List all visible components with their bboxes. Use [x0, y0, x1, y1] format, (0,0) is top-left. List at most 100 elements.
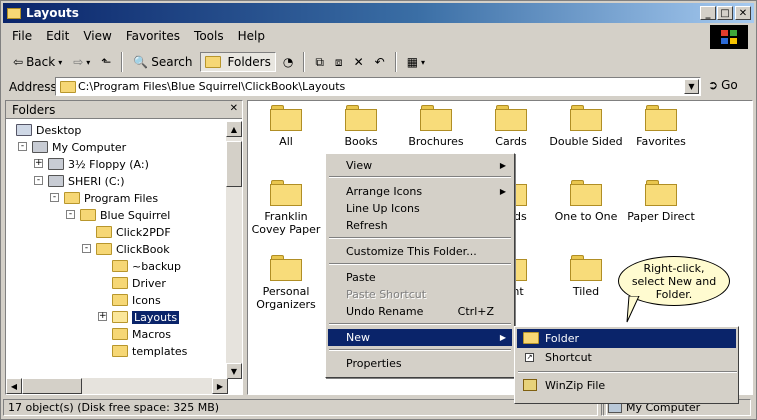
- tree-item[interactable]: Program Files: [64, 190, 158, 206]
- context-item-new[interactable]: New ▶: [328, 329, 512, 346]
- scroll-down-button[interactable]: ▼: [226, 363, 242, 379]
- go-arrow-icon: ➲: [708, 78, 719, 92]
- close-button[interactable]: ✕: [735, 6, 751, 20]
- back-button[interactable]: ⇦ Back ▾: [9, 53, 66, 71]
- tree-item[interactable]: templates: [112, 343, 187, 359]
- tree-item-label: Desktop: [36, 123, 82, 137]
- context-item-line-up-icons[interactable]: Line Up Icons: [328, 200, 512, 217]
- menu-favorites[interactable]: Favorites: [119, 29, 187, 43]
- folder-item-label: Personal Organizers: [256, 285, 316, 311]
- folder-icon: [112, 328, 128, 340]
- tree-expand-toggle[interactable]: -: [18, 142, 27, 151]
- tree-item[interactable]: Click2PDF: [96, 224, 171, 240]
- folder-icon: [112, 294, 128, 306]
- address-dropdown-button[interactable]: ▼: [684, 79, 699, 94]
- tree-expand-toggle[interactable]: -: [50, 193, 59, 202]
- scroll-up-button[interactable]: ▲: [226, 121, 242, 137]
- delete-button[interactable]: ✕: [350, 53, 368, 71]
- menu-edit[interactable]: Edit: [39, 29, 76, 43]
- close-icon[interactable]: ✕: [230, 103, 238, 114]
- tree-item[interactable]: Driver: [112, 275, 166, 291]
- folder-item[interactable]: Cards: [473, 105, 549, 148]
- tree-item-label: ~backup: [132, 259, 181, 273]
- scroll-thumb[interactable]: [22, 378, 82, 394]
- folder-icon: [112, 260, 128, 272]
- folder-item[interactable]: One to One: [548, 180, 624, 223]
- scroll-right-button[interactable]: ▶: [212, 378, 228, 394]
- tree-item-label: Driver: [132, 276, 166, 290]
- address-value: C:\Program Files\Blue Squirrel\ClickBook…: [78, 80, 346, 93]
- context-item-view[interactable]: View ▶: [328, 157, 512, 174]
- move-to-button[interactable]: ⧉: [311, 53, 328, 72]
- context-item-properties[interactable]: Properties: [328, 355, 512, 372]
- tree-item[interactable]: Icons: [112, 292, 161, 308]
- history-button[interactable]: ◔: [279, 53, 297, 71]
- views-button[interactable]: ▦ ▾: [403, 53, 429, 71]
- menu-view[interactable]: View: [76, 29, 118, 43]
- scroll-left-button[interactable]: ◀: [6, 378, 22, 394]
- folder-item[interactable]: All: [248, 105, 324, 148]
- tree-item-label: 3½ Floppy (A:): [68, 157, 149, 171]
- folder-icon: [645, 180, 677, 206]
- context-item-paste[interactable]: Paste: [328, 269, 512, 286]
- copy-to-button[interactable]: ⧈: [331, 53, 347, 72]
- tree-expand-toggle[interactable]: -: [34, 176, 43, 185]
- tree-item[interactable]: My Computer: [32, 139, 126, 155]
- folder-item[interactable]: Paper Direct: [623, 180, 699, 223]
- submenu-item-winzip-file[interactable]: WinZip File: [517, 376, 736, 395]
- search-button[interactable]: 🔍 Search: [129, 53, 196, 71]
- address-bar: Address C:\Program Files\Blue Squirrel\C…: [3, 76, 754, 98]
- folder-tree-vertical-scrollbar[interactable]: ▲ ▼: [226, 121, 242, 379]
- scroll-thumb[interactable]: [226, 141, 242, 187]
- tree-item[interactable]: Desktop: [16, 122, 81, 138]
- tree-item[interactable]: Blue Squirrel: [80, 207, 170, 223]
- menu-file[interactable]: File: [5, 29, 39, 43]
- minimize-button[interactable]: _: [700, 6, 716, 20]
- tree-expand-toggle[interactable]: +: [98, 312, 107, 321]
- context-item-refresh[interactable]: Refresh: [328, 217, 512, 234]
- folder-item-label: Books: [344, 135, 378, 148]
- tree-item[interactable]: ClickBook: [96, 241, 170, 257]
- folder-item[interactable]: Tiled: [548, 255, 624, 298]
- menu-separator: [329, 263, 511, 265]
- tree-item-label: Click2PDF: [116, 225, 171, 239]
- title-bar[interactable]: Layouts _ □ ✕: [3, 3, 754, 23]
- submenu-item-shortcut[interactable]: ↗ Shortcut: [517, 348, 736, 367]
- tree-expand-toggle[interactable]: -: [82, 244, 91, 253]
- folder-item[interactable]: Franklin Covey Paper: [248, 180, 324, 236]
- context-item-arrange-icons[interactable]: Arrange Icons ▶: [328, 183, 512, 200]
- context-item-customize-folder[interactable]: Customize This Folder...: [328, 243, 512, 260]
- folder-item-label: One to One: [554, 210, 618, 223]
- folder-tree-horizontal-scrollbar[interactable]: ◀ ▶: [6, 378, 228, 394]
- go-button[interactable]: ➲ Go: [708, 78, 738, 92]
- tree-item[interactable]: SHERI (C:): [48, 173, 125, 189]
- menu-tools[interactable]: Tools: [187, 29, 231, 43]
- folder-item[interactable]: Brochures: [398, 105, 474, 148]
- up-button[interactable]: ⬑: [97, 53, 115, 71]
- folder-item[interactable]: Books: [323, 105, 399, 148]
- undo-button[interactable]: ↶: [371, 53, 389, 71]
- tree-item[interactable]: Layouts: [112, 309, 180, 325]
- folder-item[interactable]: Double Sided: [548, 105, 624, 148]
- folder-item[interactable]: Favorites: [623, 105, 699, 148]
- folder-item[interactable]: Personal Organizers: [248, 255, 324, 311]
- folder-icon: [570, 180, 602, 206]
- folders-button[interactable]: Folders: [199, 52, 276, 72]
- menu-separator: [329, 349, 511, 351]
- submenu-item-folder[interactable]: Folder: [517, 329, 736, 348]
- tree-expand-toggle[interactable]: -: [66, 210, 75, 219]
- context-item-undo-rename[interactable]: Undo Rename Ctrl+Z: [328, 303, 512, 320]
- menu-help[interactable]: Help: [231, 29, 272, 43]
- tree-item[interactable]: 3½ Floppy (A:): [48, 156, 149, 172]
- tree-item[interactable]: ~backup: [112, 258, 181, 274]
- folder-icon: [80, 209, 96, 221]
- folder-icon: [64, 192, 80, 204]
- address-field[interactable]: C:\Program Files\Blue Squirrel\ClickBook…: [55, 77, 701, 96]
- tree-expand-toggle[interactable]: +: [34, 159, 43, 168]
- forward-button[interactable]: ⇨ ▾: [69, 53, 94, 71]
- maximize-button[interactable]: □: [717, 6, 733, 20]
- tree-item[interactable]: Macros: [112, 326, 171, 342]
- folder-item-label: All: [279, 135, 293, 148]
- tree-item-label: Blue Squirrel: [100, 208, 171, 222]
- folder-item-label: Double Sided: [549, 135, 623, 148]
